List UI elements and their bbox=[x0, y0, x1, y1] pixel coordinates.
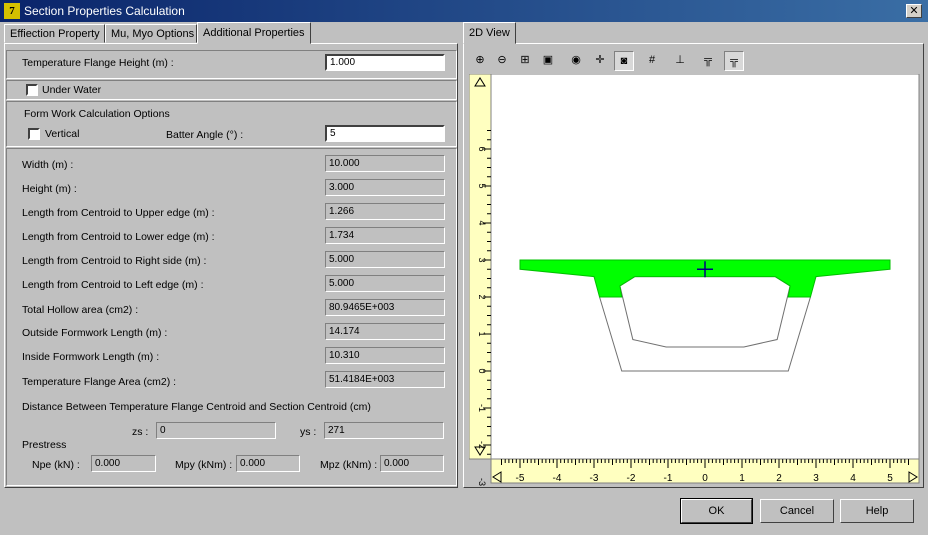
batter-angle-label: Batter Angle (°) : bbox=[166, 129, 244, 141]
x-tick-label: 3 bbox=[813, 473, 819, 484]
y-tick-label: 2 bbox=[477, 294, 487, 299]
property-label: Length from Centroid to Left edge (m) : bbox=[22, 279, 204, 291]
distance-title: Distance Between Temperature Flange Cent… bbox=[22, 401, 371, 413]
property-value-inside-formwork: 10.310 bbox=[325, 347, 445, 364]
prestress-title: Prestress bbox=[22, 439, 67, 451]
tab-label: Effiection Property bbox=[10, 28, 100, 40]
x-tick-label: 5 bbox=[887, 473, 893, 484]
property-value-hollow-area: 80.9465E+003 bbox=[325, 299, 445, 316]
tab-label: Additional Properties bbox=[203, 27, 305, 39]
temperature-flange-input[interactable]: 1.000 bbox=[325, 54, 445, 71]
x-tick-label: 0 bbox=[702, 473, 708, 484]
x-tick-label: -1 bbox=[664, 473, 673, 484]
vertical-label: Vertical bbox=[45, 128, 80, 140]
section-flange-icon[interactable]: ╦ bbox=[724, 51, 744, 71]
y-tick-label: 6 bbox=[477, 146, 487, 151]
vertical-checkbox[interactable] bbox=[28, 128, 40, 140]
property-label: Length from Centroid to Right side (m) : bbox=[22, 255, 207, 267]
y-tick-label: -2 bbox=[477, 441, 487, 449]
shade-icon[interactable]: ◙ bbox=[614, 51, 634, 71]
formwork-title: Form Work Calculation Options bbox=[24, 108, 170, 120]
zs-value: 0 bbox=[156, 422, 276, 439]
ys-label: ys : bbox=[300, 426, 317, 438]
ok-button[interactable]: OK bbox=[680, 498, 753, 524]
tab-2d-view[interactable]: 2D View bbox=[463, 22, 516, 44]
property-value-height: 3.000 bbox=[325, 179, 445, 196]
under-water-checkbox[interactable] bbox=[26, 84, 38, 96]
zs-label: zs : bbox=[132, 426, 149, 438]
x-tick-label: -5 bbox=[516, 473, 525, 484]
batter-angle-input[interactable]: 5 bbox=[325, 125, 445, 142]
zoom-window-icon[interactable]: ▣ bbox=[538, 51, 558, 71]
zoom-in-icon[interactable]: ⊕ bbox=[470, 51, 490, 71]
y-tick-label: -1 bbox=[477, 404, 487, 412]
mpz-label: Mpz (kNm) : bbox=[320, 459, 378, 471]
grid-icon[interactable]: # bbox=[642, 51, 662, 71]
y-tick-label: -3 bbox=[477, 478, 487, 486]
npe-value: 0.000 bbox=[91, 455, 156, 472]
x-tick-label: 4 bbox=[850, 473, 856, 484]
tab-label: 2D View bbox=[469, 27, 510, 39]
property-value-outside-formwork: 14.174 bbox=[325, 323, 445, 340]
property-value-upper-edge: 1.266 bbox=[325, 203, 445, 220]
x-tick-label: -2 bbox=[627, 473, 636, 484]
x-tick-label: -4 bbox=[553, 473, 562, 484]
y-tick-label: 0 bbox=[477, 368, 487, 373]
property-label: Inside Formwork Length (m) : bbox=[22, 351, 160, 363]
y-tick-label: 5 bbox=[477, 183, 487, 188]
property-label: Width (m) : bbox=[22, 159, 74, 171]
x-tick-label: -3 bbox=[590, 473, 599, 484]
property-label: Length from Centroid to Upper edge (m) : bbox=[22, 207, 215, 219]
x-tick-label: 2 bbox=[776, 473, 782, 484]
section-hollow bbox=[619, 276, 791, 348]
y-tick-label: 1 bbox=[477, 331, 487, 336]
npe-label: Npe (kN) : bbox=[32, 459, 80, 471]
tab-additional-properties[interactable]: Additional Properties bbox=[197, 22, 311, 44]
y-tick-label: 3 bbox=[477, 257, 487, 262]
property-value-lower-edge: 1.734 bbox=[325, 227, 445, 244]
temperature-flange-label: Temperature Flange Height (m) : bbox=[22, 57, 174, 69]
mpy-label: Mpy (kNm) : bbox=[175, 459, 233, 471]
app-icon: 7 bbox=[4, 3, 20, 19]
dimension-icon[interactable]: ⊥ bbox=[670, 51, 690, 71]
zoom-out-icon[interactable]: ⊖ bbox=[492, 51, 512, 71]
ys-value: 271 bbox=[324, 422, 444, 439]
property-value-left-edge: 5.000 bbox=[325, 275, 445, 292]
section-view-canvas[interactable]: 6 5 4 3 2 1 0 -1 -2 -3 -5 -4 -3 -2 -1 0 1 2 3 4 5 bbox=[469, 74, 921, 486]
property-label: Length from Centroid to Lower edge (m) : bbox=[22, 231, 215, 243]
property-label: Outside Formwork Length (m) : bbox=[22, 327, 168, 339]
property-value-width: 10.000 bbox=[325, 155, 445, 172]
property-value-right-side: 5.000 bbox=[325, 251, 445, 268]
title-bar: 7 Section Properties Calculation ✕ bbox=[0, 0, 928, 22]
under-water-label: Under Water bbox=[42, 84, 102, 96]
x-tick-label: 1 bbox=[739, 473, 745, 484]
close-icon[interactable]: ✕ bbox=[906, 4, 922, 18]
mpy-value: 0.000 bbox=[236, 455, 300, 472]
tab-effiection-property[interactable]: Effiection Property bbox=[4, 24, 105, 43]
tab-mu-myo-options[interactable]: Mu, Myo Options bbox=[105, 24, 197, 43]
window-title: Section Properties Calculation bbox=[24, 4, 185, 18]
property-value-flange-area: 51.4184E+003 bbox=[325, 371, 445, 388]
tab-label: Mu, Myo Options bbox=[111, 28, 195, 40]
y-tick-label: 4 bbox=[477, 220, 487, 225]
help-button[interactable]: Help bbox=[840, 499, 914, 523]
pan-icon[interactable]: ✛ bbox=[590, 51, 610, 71]
property-label: Temperature Flange Area (cm2) : bbox=[22, 376, 177, 388]
zoom-fit-icon[interactable]: ⊞ bbox=[515, 51, 535, 71]
section-outline-icon[interactable]: ╦ bbox=[698, 51, 718, 71]
palette-icon[interactable]: ◉ bbox=[566, 51, 586, 71]
vertical-ruler bbox=[469, 74, 492, 460]
mpz-value: 0.000 bbox=[380, 455, 444, 472]
cancel-button[interactable]: Cancel bbox=[760, 499, 834, 523]
property-label: Total Hollow area (cm2) : bbox=[22, 304, 139, 316]
property-label: Height (m) : bbox=[22, 183, 77, 195]
